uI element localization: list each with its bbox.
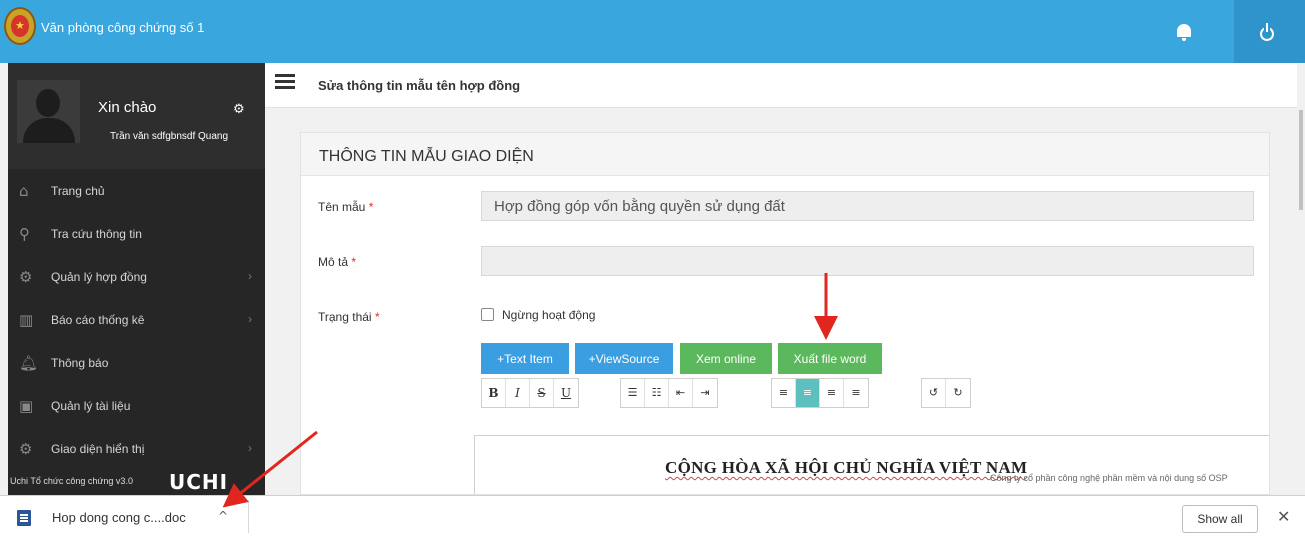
view-online-button[interactable]: Xem online <box>680 343 772 374</box>
panel-header: THÔNG TIN MẪU GIAO DIỆN <box>301 133 1269 176</box>
panel-title: THÔNG TIN MẪU GIAO DIỆN <box>319 148 534 165</box>
history-toolbar-group: ↺ ↻ <box>921 378 971 408</box>
sidebar-item-label: Giao diện hiển thị <box>51 442 145 456</box>
indent-icon[interactable]: ⇥ <box>693 379 717 407</box>
sidebar-footer: Uchi Tổ chức công chứng v3.0 UCHI <box>8 467 265 495</box>
sidebar: Xin chào ⚙ Trần văn sdfgbnsdf Quang ⌂ Tr… <box>8 63 265 495</box>
align-right-icon[interactable]: ≡ <box>820 379 844 407</box>
sidebar-item-label: Tra cứu thông tin <box>51 227 142 241</box>
outdent-icon[interactable]: ⇤ <box>669 379 693 407</box>
description-label: Mô tả * <box>318 255 357 269</box>
home-icon: ⌂ <box>19 182 29 200</box>
page-scrollbar[interactable] <box>1297 63 1305 495</box>
redo-icon[interactable]: ↻ <box>946 379 970 407</box>
template-info-panel: THÔNG TIN MẪU GIAO DIỆN Tên mẫu * Hợp đồ… <box>300 132 1270 495</box>
book-icon: ▣ <box>19 397 34 415</box>
settings-icon: ⚙ <box>19 440 33 458</box>
word-file-icon <box>17 510 31 526</box>
sidebar-item-label: Thông báo <box>51 356 109 370</box>
list-toolbar-group: ☰ ☷ ⇤ ⇥ <box>620 378 718 408</box>
top-bar: ★ Văn phòng công chứng số 1 <box>0 0 1305 63</box>
user-profile: Xin chào ⚙ Trần văn sdfgbnsdf Quang <box>8 63 265 169</box>
format-toolbar-group: B I S U <box>481 378 579 408</box>
underline-button[interactable]: U <box>554 379 578 407</box>
logout-button[interactable] <box>1234 0 1305 63</box>
download-bar: Hop dong cong c....doc ^ Show all ✕ <box>0 495 1305 536</box>
numbered-list-icon[interactable]: ☷ <box>645 379 669 407</box>
company-footer-text: Công ty cổ phần công nghệ phần mềm và nộ… <box>990 473 1228 483</box>
greeting-text: Xin chào <box>98 99 157 116</box>
description-input[interactable] <box>481 246 1254 276</box>
strikethrough-button[interactable]: S <box>530 379 554 407</box>
gear-icon[interactable]: ⚙ <box>233 102 245 117</box>
menu-toggle-icon[interactable] <box>275 74 295 90</box>
show-all-button[interactable]: Show all <box>1182 505 1258 533</box>
chevron-right-icon: › <box>248 312 252 326</box>
sidebar-item-label: Quản lý hợp đồng <box>51 270 147 284</box>
view-source-button[interactable]: +ViewSource <box>575 343 673 374</box>
username: Trần văn sdfgbnsdf Quang <box>110 131 229 142</box>
export-word-button[interactable]: Xuất file word <box>778 343 882 374</box>
undo-icon[interactable]: ↺ <box>922 379 946 407</box>
sidebar-item-label: Báo cáo thống kê <box>51 313 145 327</box>
downloaded-file-name[interactable]: Hop dong cong c....doc <box>52 510 186 525</box>
bold-button[interactable]: B <box>482 379 506 407</box>
notification-button[interactable] <box>1160 0 1234 63</box>
inactive-checkbox-label: Ngừng hoạt động <box>502 308 596 322</box>
search-icon: ⚲ <box>19 225 30 243</box>
template-name-input[interactable]: Hợp đồng góp vốn bằng quyền sử dụng đất <box>481 191 1254 221</box>
bulleted-list-icon[interactable]: ☰ <box>621 379 645 407</box>
sidebar-item-notifications[interactable]: 🔔︎ Thông báo <box>8 342 265 385</box>
close-icon[interactable]: ✕ <box>1277 507 1290 526</box>
document-editor[interactable]: CỘNG HÒA XÃ HỘI CHỦ NGHĨA VIỆT NAM <box>474 435 1269 494</box>
sidebar-item-display[interactable]: ⚙ Giao diện hiển thị › <box>8 428 265 471</box>
chevron-right-icon: › <box>248 269 252 283</box>
add-text-item-button[interactable]: +Text Item <box>481 343 569 374</box>
sidebar-item-home[interactable]: ⌂ Trang chủ <box>8 170 265 213</box>
align-toolbar-group: ≡ ≡ ≡ ≡ <box>771 378 869 408</box>
align-left-icon[interactable]: ≡ <box>772 379 796 407</box>
chevron-up-icon[interactable]: ^ <box>218 509 230 523</box>
avatar[interactable] <box>17 80 80 143</box>
app-title: Văn phòng công chứng số 1 <box>41 20 205 35</box>
emblem-logo: ★ <box>4 7 36 45</box>
status-label: Trạng thái * <box>318 310 380 324</box>
bell-icon <box>1177 24 1191 41</box>
name-label: Tên mẫu * <box>318 200 374 214</box>
italic-button[interactable]: I <box>506 379 530 407</box>
sidebar-item-label: Quản lý tài liệu <box>51 399 131 413</box>
document-heading: CỘNG HÒA XÃ HỘI CHỦ NGHĨA VIỆT NAM <box>665 458 1028 477</box>
page-header: Sửa thông tin mẫu tên hợp đồng <box>265 63 1297 108</box>
sidebar-item-contracts[interactable]: ⚙ Quản lý hợp đồng › <box>8 256 265 299</box>
page-title: Sửa thông tin mẫu tên hợp đồng <box>318 78 521 93</box>
chevron-right-icon: › <box>248 441 252 455</box>
brand-logo: UCHI <box>169 470 229 494</box>
settings-icon: ⚙ <box>19 268 33 286</box>
align-justify-icon[interactable]: ≡ <box>844 379 868 407</box>
bell-icon: 🔔︎ <box>19 354 39 372</box>
sidebar-item-label: Trang chủ <box>51 184 105 198</box>
sidebar-item-search[interactable]: ⚲ Tra cứu thông tin <box>8 213 265 256</box>
bar-chart-icon: ▥ <box>19 311 34 329</box>
sidebar-item-documents[interactable]: ▣ Quản lý tài liệu <box>8 385 265 428</box>
inactive-checkbox[interactable] <box>481 308 494 321</box>
align-center-icon[interactable]: ≡ <box>796 379 820 407</box>
sidebar-menu: ⌂ Trang chủ ⚲ Tra cứu thông tin ⚙ Quản l… <box>8 170 265 471</box>
version-text: Uchi Tổ chức công chứng v3.0 <box>10 476 133 486</box>
sidebar-item-reports[interactable]: ▥ Báo cáo thống kê › <box>8 299 265 342</box>
